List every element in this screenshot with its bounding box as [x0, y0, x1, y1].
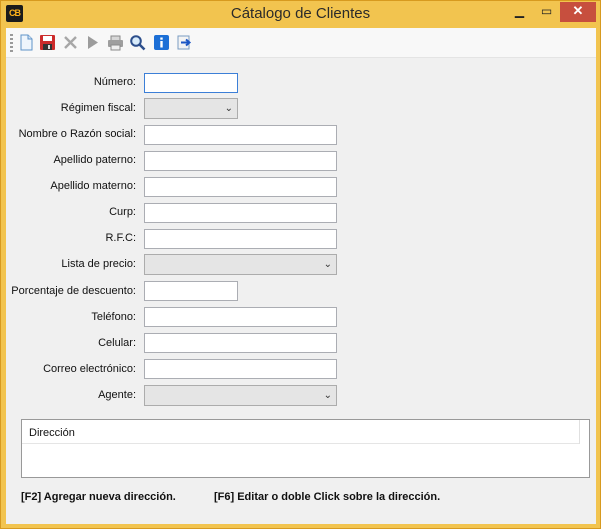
print-icon[interactable] — [107, 34, 124, 51]
toolbar-grip[interactable] — [10, 34, 13, 52]
apellido-materno-field[interactable] — [144, 177, 337, 197]
apellido-materno-label: Apellido materno: — [50, 180, 136, 192]
telefono-field[interactable] — [144, 307, 337, 327]
agente-label: Agente: — [98, 389, 136, 401]
column-divider — [579, 420, 580, 444]
address-column-header[interactable]: Dirección — [22, 420, 579, 444]
title-bar[interactable]: CB Cátalogo de Clientes ▁ ▭ ✕ — [1, 1, 600, 27]
celular-field[interactable] — [144, 333, 337, 353]
rfc-field[interactable] — [144, 229, 337, 249]
numero-label: Número: — [93, 76, 136, 88]
lista-precio-select[interactable]: ⌄ — [144, 254, 337, 275]
curp-field[interactable] — [144, 203, 337, 223]
regimen-fiscal-label: Régimen fiscal: — [60, 102, 136, 114]
agente-select[interactable]: ⌄ — [144, 385, 337, 406]
delete-icon[interactable] — [62, 34, 79, 51]
descuento-field[interactable] — [144, 281, 238, 301]
telefono-label: Teléfono: — [91, 311, 136, 323]
new-document-icon[interactable] — [18, 34, 35, 51]
main-window: CB Cátalogo de Clientes ▁ ▭ ✕ Número: Ré… — [0, 0, 601, 529]
chevron-down-icon: ⌄ — [323, 390, 332, 401]
rfc-label: R.F.C: — [105, 232, 136, 244]
regimen-fiscal-select[interactable]: ⌄ — [144, 98, 238, 119]
lista-precio-label: Lista de precio: — [61, 258, 136, 270]
add-address-hint: [F2] Agregar nueva dirección. — [21, 491, 176, 503]
client-form-panel: Número: Régimen fiscal: ⌄ Nombre o Razón… — [6, 28, 596, 524]
nombre-field[interactable] — [144, 125, 337, 145]
celular-label: Celular: — [98, 337, 136, 349]
numero-field[interactable] — [144, 73, 238, 93]
descuento-label: Porcentaje de descuento: — [11, 285, 136, 297]
search-icon[interactable] — [129, 34, 146, 51]
exit-icon[interactable] — [176, 34, 193, 51]
minimize-button[interactable]: ▁ — [506, 2, 533, 22]
correo-label: Correo electrónico: — [43, 363, 136, 375]
play-icon[interactable] — [84, 34, 101, 51]
apellido-paterno-label: Apellido paterno: — [53, 154, 136, 166]
chevron-down-icon: ⌄ — [224, 103, 233, 114]
chevron-down-icon: ⌄ — [323, 259, 332, 270]
apellido-paterno-field[interactable] — [144, 151, 337, 171]
curp-label: Curp: — [109, 206, 136, 218]
toolbar — [6, 28, 596, 58]
edit-address-hint: [F6] Editar o doble Click sobre la direc… — [214, 491, 441, 503]
close-button[interactable]: ✕ — [560, 2, 596, 22]
info-icon[interactable] — [153, 34, 170, 51]
nombre-label: Nombre o Razón social: — [18, 128, 136, 140]
maximize-button[interactable]: ▭ — [533, 2, 560, 22]
correo-field[interactable] — [144, 359, 337, 379]
address-list[interactable]: Dirección — [21, 419, 590, 478]
save-icon[interactable] — [39, 34, 56, 51]
